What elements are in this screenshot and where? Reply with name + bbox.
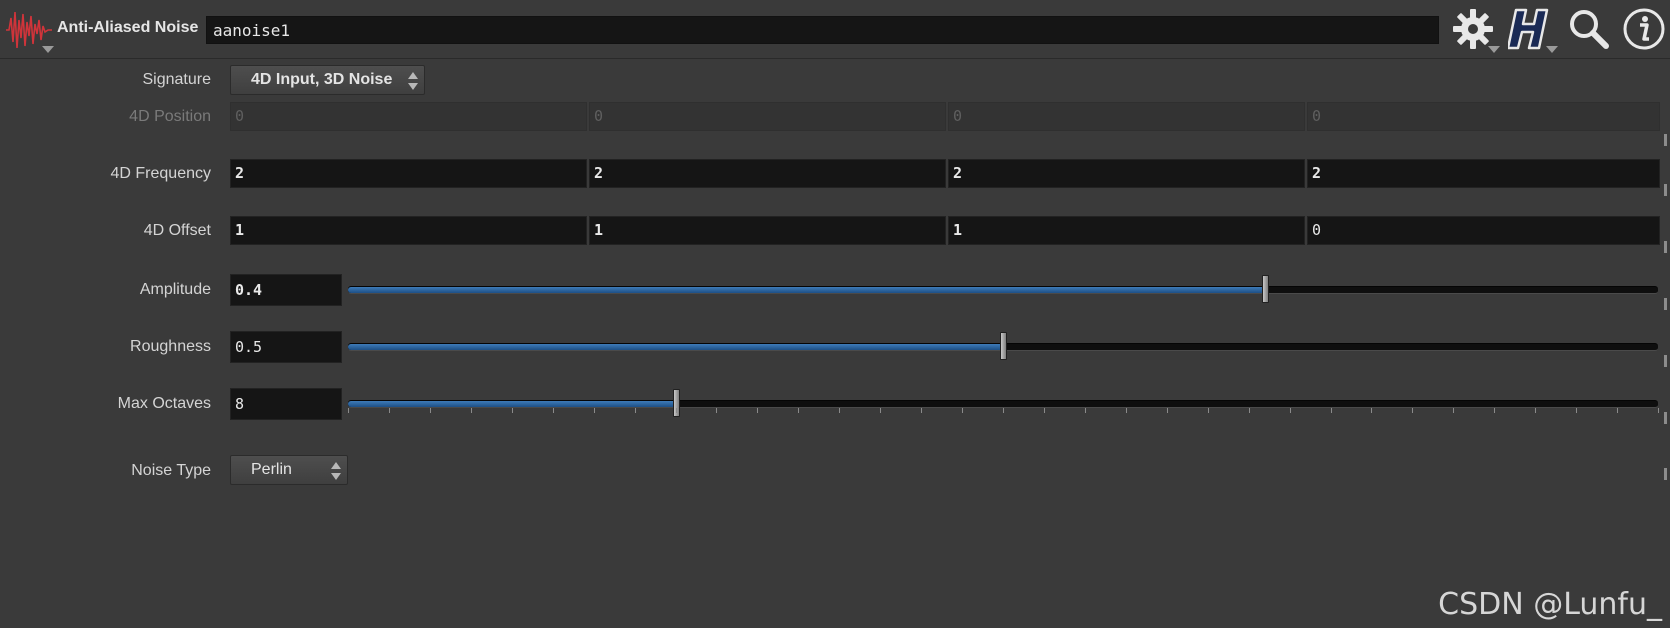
slider-tick (1167, 408, 1168, 413)
slider-tick (389, 408, 390, 413)
slider-tick (512, 408, 513, 413)
slider-tick (471, 408, 472, 413)
amplitude-field[interactable]: 0.4 (230, 274, 342, 306)
parameter-header: Anti-Aliased Noise aanoise1 (0, 0, 1670, 59)
offset-label: 4D Offset (143, 222, 211, 239)
slider-tick (1412, 408, 1413, 413)
slider-tick (676, 408, 677, 413)
slider-tick (1535, 408, 1536, 413)
position-label: 4D Position (129, 108, 211, 125)
max-octaves-ticks (348, 408, 1659, 414)
slider-tick (921, 408, 922, 413)
roughness-slider-handle[interactable] (1000, 332, 1007, 360)
offset-channel-mark (1664, 241, 1667, 253)
frequency-y-field[interactable]: 2 (589, 159, 946, 188)
slider-tick (716, 408, 717, 413)
slider-tick (1453, 408, 1454, 413)
frequency-x-field[interactable]: 2 (230, 159, 587, 188)
node-type-label: Anti-Aliased Noise (57, 19, 199, 36)
slider-tick (839, 408, 840, 413)
frequency-w-field[interactable]: 2 (1307, 159, 1660, 188)
roughness-label: Roughness (130, 338, 211, 355)
slider-tick (757, 408, 758, 413)
signature-value: 4D Input, 3D Noise (251, 71, 393, 88)
position-z-field[interactable]: 0 (948, 102, 1305, 131)
noise-type-label: Noise Type (131, 462, 211, 479)
signature-menu[interactable]: 4D Input, 3D Noise (230, 65, 425, 95)
slider-tick (553, 408, 554, 413)
amplitude-channel-mark (1664, 298, 1667, 310)
noise-type-channel-mark (1664, 468, 1667, 480)
max-octaves-slider-fill (348, 401, 676, 407)
slider-tick (1658, 408, 1659, 413)
frequency-z-field[interactable]: 2 (948, 159, 1305, 188)
slider-tick (1617, 408, 1618, 413)
amplitude-slider[interactable] (348, 275, 1658, 303)
slider-tick (1044, 408, 1045, 413)
node-name-input[interactable]: aanoise1 (206, 16, 1439, 44)
menu-updown-icon (408, 72, 418, 90)
amplitude-slider-fill (348, 287, 1265, 293)
noise-type-value: Perlin (251, 461, 292, 478)
slider-tick (1494, 408, 1495, 413)
slider-tick (1576, 408, 1577, 413)
signature-label: Signature (142, 71, 212, 88)
menu-updown-icon (331, 462, 341, 480)
slider-tick (594, 408, 595, 413)
max-octaves-slider[interactable] (348, 389, 1658, 417)
roughness-slider-fill (348, 344, 1003, 350)
slider-tick (798, 408, 799, 413)
slider-tick (1371, 408, 1372, 413)
slider-tick (962, 408, 963, 413)
position-w-field[interactable]: 0 (1307, 102, 1660, 131)
slider-tick (430, 408, 431, 413)
slider-tick (1290, 408, 1291, 413)
houdini-h-icon[interactable] (1508, 4, 1564, 54)
amplitude-slider-handle[interactable] (1262, 275, 1269, 303)
slider-tick (1126, 408, 1127, 413)
position-x-field[interactable]: 0 (230, 102, 587, 131)
noise-type-menu[interactable]: Perlin (230, 455, 348, 485)
position-y-field[interactable]: 0 (589, 102, 946, 131)
max-octaves-field[interactable]: 8 (230, 388, 342, 420)
frequency-label: 4D Frequency (110, 165, 212, 182)
slider-tick (880, 408, 881, 413)
slider-tick (348, 408, 349, 413)
offset-y-field[interactable]: 1 (589, 216, 946, 245)
slider-tick (1249, 408, 1250, 413)
slider-tick (1085, 408, 1086, 413)
slider-tick (1003, 408, 1004, 413)
search-icon[interactable] (1566, 4, 1616, 54)
gear-icon[interactable] (1448, 4, 1500, 54)
info-icon[interactable] (1622, 4, 1666, 54)
offset-x-field[interactable]: 1 (230, 216, 587, 245)
max-octaves-channel-mark (1664, 412, 1667, 424)
max-octaves-label: Max Octaves (117, 395, 211, 412)
offset-w-field[interactable]: 0 (1307, 216, 1660, 245)
watermark: CSDN @Lunfu_ (1438, 587, 1662, 622)
slider-tick (1331, 408, 1332, 413)
position-channel-mark (1664, 134, 1667, 146)
roughness-field[interactable]: 0.5 (230, 331, 342, 363)
roughness-channel-mark (1664, 355, 1667, 367)
slider-tick (635, 408, 636, 413)
offset-z-field[interactable]: 1 (948, 216, 1305, 245)
slider-tick (1208, 408, 1209, 413)
node-menu-arrow-icon[interactable] (42, 46, 54, 53)
amplitude-label: Amplitude (139, 281, 211, 298)
roughness-slider[interactable] (348, 332, 1658, 360)
frequency-channel-mark (1664, 184, 1667, 196)
